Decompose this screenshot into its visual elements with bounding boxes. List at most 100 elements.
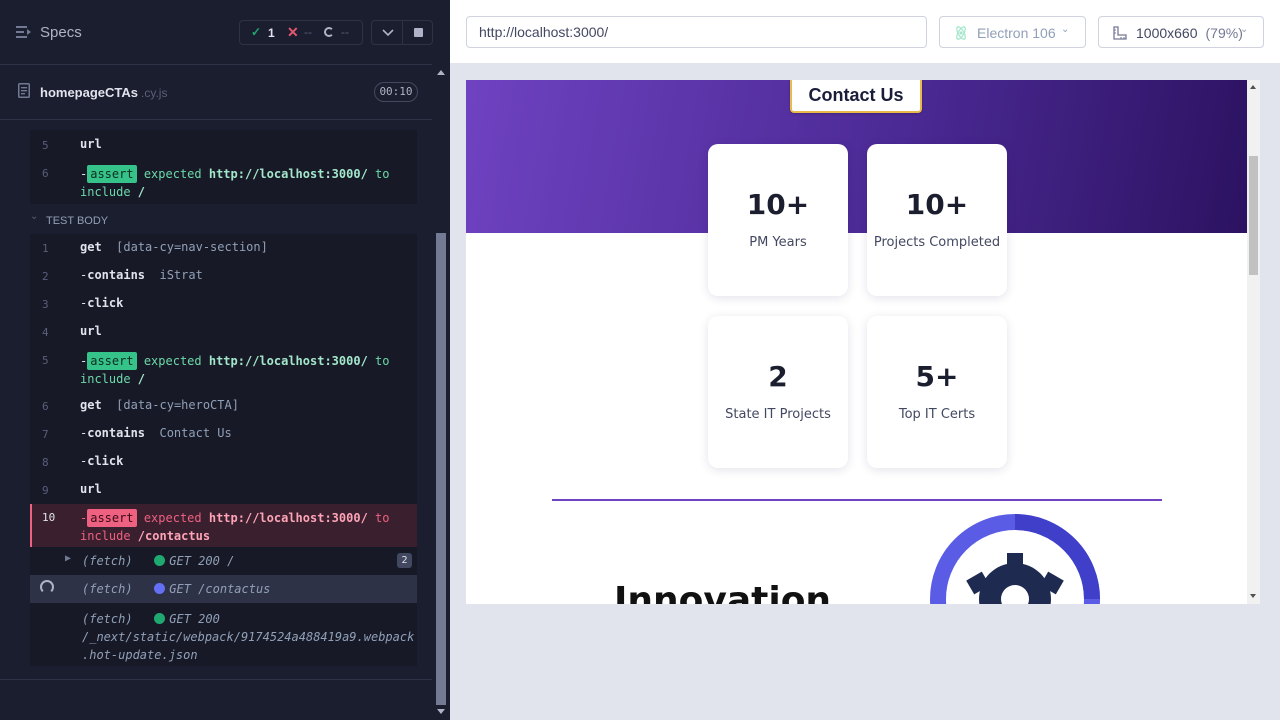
line-number: 8: [42, 456, 49, 469]
check-icon: ✓: [251, 25, 262, 39]
status-dot: [154, 613, 166, 624]
failed-count: --: [304, 25, 312, 39]
command-row[interactable]: 1 get [data-cy=nav-section]: [30, 234, 417, 262]
command-name: -contains Contact Us: [80, 426, 232, 440]
specs-header: Specs ✓ 1 ✕ -- --: [0, 0, 433, 65]
aut-toolbar: http://localhost:3000/ Electron 106 ⌄ 10…: [450, 0, 1280, 64]
stat-label: Top IT Certs: [898, 407, 976, 422]
assert-badge: assert: [87, 165, 137, 183]
viewport-label: 1000x660 (79%): [1136, 25, 1243, 41]
assert-row[interactable]: 5 - assert expected http://localhost:3000…: [30, 346, 417, 392]
command-name: get [data-cy=heroCTA]: [80, 398, 239, 412]
contact-us-button[interactable]: Contact Us: [790, 80, 922, 113]
command-row[interactable]: 8 -click: [30, 448, 417, 476]
assert-message: - assert expected http://localhost:3000/ …: [80, 165, 390, 199]
stop-button[interactable]: [414, 28, 423, 37]
command-row[interactable]: 6 get [data-cy=heroCTA]: [30, 392, 417, 420]
line-number: 10: [42, 511, 56, 524]
scroll-thumb[interactable]: [436, 233, 446, 705]
stat-value: 2: [768, 360, 788, 393]
failed-assert-row[interactable]: 10 - assert expected http://localhost:300…: [30, 504, 417, 547]
line-number: 6: [42, 400, 49, 413]
specs-list-icon[interactable]: [16, 25, 32, 39]
passed-count: 1: [268, 26, 275, 40]
fetch-row[interactable]: ▶ (fetch) GET 200 / 2: [30, 547, 417, 575]
stat-card: 10+ PM Years: [708, 144, 848, 296]
stat-value: 10+: [746, 188, 810, 221]
command-name: get [data-cy=nav-section]: [80, 240, 268, 254]
scroll-up-arrow-icon[interactable]: [1250, 85, 1256, 89]
command-name: -contains iStrat: [80, 268, 203, 282]
chevron-down-icon: ⌄: [1061, 24, 1070, 35]
specs-label[interactable]: Specs: [40, 24, 82, 41]
line-number: 7: [42, 428, 49, 441]
expand-icon[interactable]: ▶: [65, 553, 71, 564]
section-divider: [552, 499, 1162, 501]
divider: [402, 21, 403, 44]
pending-icon: [324, 27, 334, 37]
assert-message: - assert expected http://localhost:3000/ …: [80, 352, 390, 386]
spec-file-extension: .cy.js: [141, 86, 168, 100]
pending-count: --: [341, 25, 349, 39]
scroll-thumb[interactable]: [1249, 156, 1258, 275]
command-row[interactable]: 7 -contains Contact Us: [30, 420, 417, 448]
scroll-down-arrow-icon[interactable]: [437, 709, 445, 714]
stat-value: 5+: [915, 360, 959, 393]
assert-message: - assert expected http://localhost:3000/ …: [80, 509, 390, 543]
line-number: 5: [42, 139, 49, 152]
log-scrollbar[interactable]: [433, 65, 449, 720]
line-number: 6: [42, 167, 49, 180]
fetch-entry: (fetch) GET /contactus: [82, 582, 271, 596]
divider: [0, 679, 432, 680]
gear-icon: [930, 514, 1100, 604]
stat-card: 2 State IT Projects: [708, 316, 848, 468]
spec-file-header: homepageCTAs .cy.js 00:10: [0, 66, 432, 120]
command-row[interactable]: 5 url: [30, 130, 417, 158]
stat-label: Projects Completed: [873, 235, 1001, 250]
command-row[interactable]: 4 url: [30, 318, 417, 346]
fetch-row[interactable]: (fetch) GET 200/_next/static/webpack/917…: [30, 603, 417, 666]
spec-file-name[interactable]: homepageCTAs: [40, 85, 138, 100]
page-scrollbar[interactable]: [1247, 80, 1260, 604]
scroll-down-arrow-icon[interactable]: [1250, 594, 1256, 598]
command-row[interactable]: 9 url: [30, 476, 417, 504]
browser-dropdown[interactable]: Electron 106 ⌄: [939, 16, 1086, 48]
stat-label: State IT Projects: [725, 407, 831, 422]
line-number: 1: [42, 242, 49, 255]
command-name: -click: [80, 454, 124, 468]
assert-badge: assert: [87, 352, 137, 370]
fetch-row-pending[interactable]: (fetch) GET /contactus: [30, 575, 417, 603]
stat-card: 10+ Projects Completed: [867, 144, 1007, 296]
line-number: 3: [42, 298, 49, 311]
cross-icon: ✕: [287, 24, 299, 40]
command-name: -click: [80, 296, 124, 310]
line-number: 4: [42, 326, 49, 339]
status-dot: [154, 583, 166, 594]
command-log-panel: Specs ✓ 1 ✕ -- -- homepageCTAs .cy.js 00…: [0, 0, 450, 720]
chevron-down-icon[interactable]: [379, 24, 397, 41]
request-count-badge: 2: [397, 553, 412, 568]
innovation-heading: Innovation: [614, 580, 832, 604]
assert-row[interactable]: 6 - assert expected http://localhost:3000…: [30, 158, 417, 204]
stat-card: 5+ Top IT Certs: [867, 316, 1007, 468]
stat-label: PM Years: [749, 235, 807, 250]
command-name: url: [80, 482, 102, 496]
browser-label: Electron 106: [977, 25, 1056, 41]
viewport-dropdown[interactable]: 1000x660 (79%) ⌄: [1098, 16, 1264, 48]
url-field[interactable]: http://localhost:3000/: [466, 16, 927, 48]
stat-value: 10+: [905, 188, 969, 221]
chevron-down-icon: ⌄: [1240, 24, 1249, 35]
status-dot: [154, 555, 166, 566]
section-label: TEST BODY: [46, 215, 109, 227]
run-controls: [371, 20, 433, 45]
electron-icon: [956, 26, 966, 40]
document-icon: [18, 83, 30, 98]
line-number: 9: [42, 484, 49, 497]
command-row[interactable]: 3 -click: [30, 290, 417, 318]
ruler-icon: [1113, 26, 1127, 40]
scroll-up-arrow-icon[interactable]: [437, 70, 445, 75]
command-row[interactable]: 2 -contains iStrat: [30, 262, 417, 290]
app-under-test-frame: Contact Us 10+ PM Years 10+ Projects Com…: [466, 80, 1260, 604]
loading-spinner-icon: [40, 580, 54, 594]
command-name: url: [80, 324, 102, 338]
